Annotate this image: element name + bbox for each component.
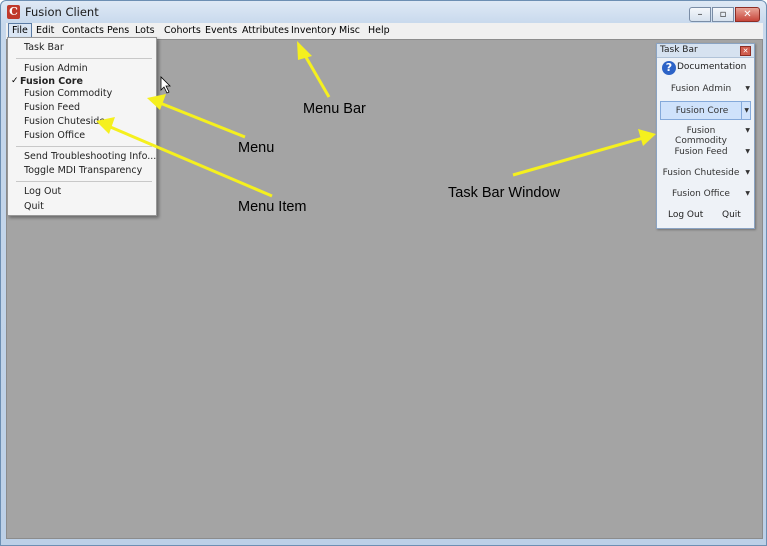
annotation-task-bar-window: Task Bar Window <box>448 185 561 201</box>
annotation-menu-item: Menu Item <box>238 199 307 215</box>
annotation-arrows <box>96 41 656 198</box>
annotation-menu: Menu <box>238 140 275 156</box>
menu-arrowhead <box>147 94 166 110</box>
menu-bar-arrow <box>301 51 331 98</box>
task-bar-window-arrowhead <box>638 129 656 146</box>
menu-item-arrowhead <box>96 117 115 134</box>
menu-item-arrow <box>107 124 273 198</box>
mouse-cursor-icon <box>160 76 171 94</box>
menu-arrow <box>159 101 246 139</box>
task-bar-window-arrow <box>512 136 644 177</box>
annotation-menu-bar: Menu Bar <box>303 101 366 117</box>
menu-bar-arrowhead <box>297 41 312 60</box>
